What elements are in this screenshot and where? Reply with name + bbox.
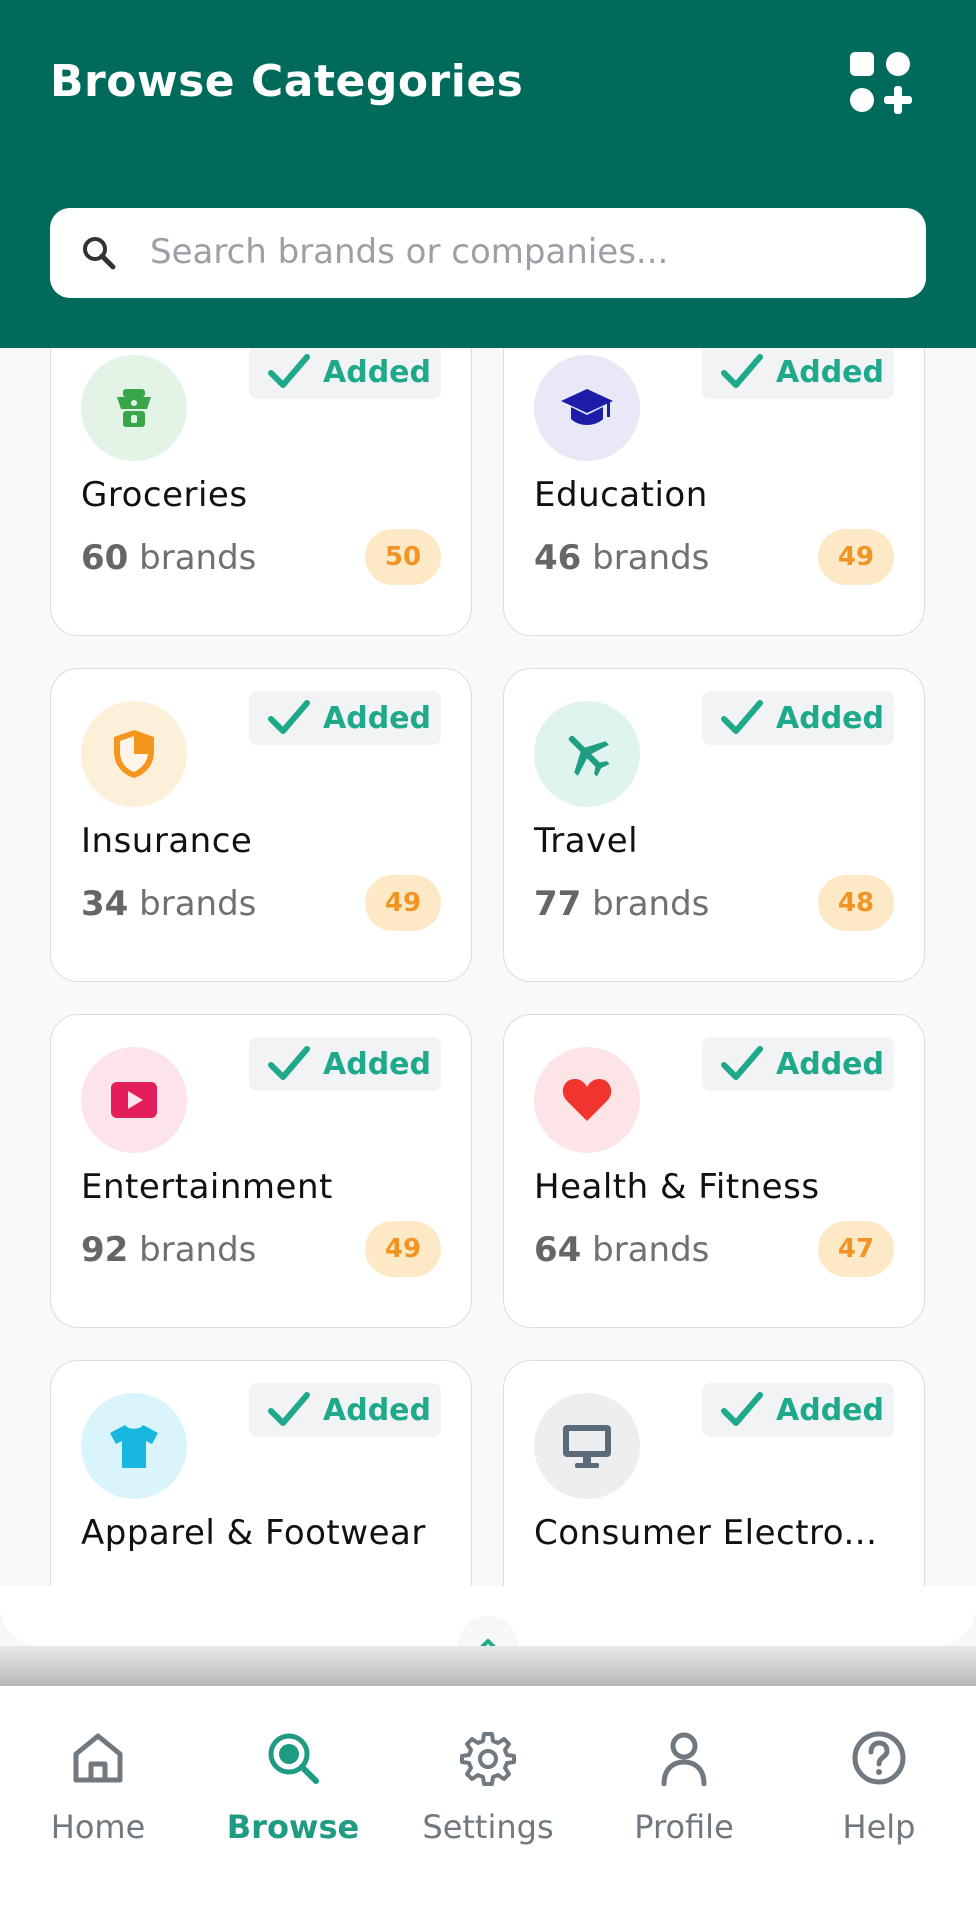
brand-count: 60 brands bbox=[81, 538, 257, 578]
score-badge: 49 bbox=[365, 875, 441, 931]
gear-icon bbox=[460, 1732, 516, 1786]
basket-icon bbox=[117, 389, 151, 427]
added-label: Added bbox=[776, 1393, 884, 1428]
added-badge[interactable]: Added bbox=[249, 348, 441, 399]
category-name: Groceries bbox=[81, 475, 248, 515]
shield-icon bbox=[114, 730, 154, 778]
category-name: Consumer Electro... bbox=[534, 1513, 878, 1553]
added-badge[interactable]: Added bbox=[249, 1383, 441, 1437]
score-badge: 50 bbox=[365, 529, 441, 585]
category-card-insurance[interactable]: Added Insurance 34 brands 49 bbox=[50, 668, 472, 982]
search-input[interactable]: Search brands or companies... bbox=[150, 232, 668, 272]
brand-count: 77 brands bbox=[534, 884, 710, 924]
check-icon bbox=[268, 354, 310, 388]
category-icon-wrap bbox=[534, 701, 640, 807]
added-label: Added bbox=[323, 1393, 431, 1428]
app-header: Browse Categories Search brands or compa… bbox=[0, 0, 976, 348]
category-icon-wrap bbox=[534, 355, 640, 461]
nav-label: Browse bbox=[226, 1808, 360, 1846]
nav-label: Profile bbox=[634, 1808, 734, 1846]
category-name: Insurance bbox=[81, 821, 253, 861]
user-icon bbox=[661, 1732, 707, 1786]
add-widget-icon[interactable] bbox=[848, 50, 912, 114]
check-icon bbox=[268, 700, 310, 734]
category-icon-wrap bbox=[81, 355, 187, 461]
airplane-icon bbox=[568, 735, 610, 777]
category-name: Education bbox=[534, 475, 708, 515]
added-badge[interactable]: Added bbox=[249, 691, 441, 745]
category-name: Apparel & Footwear bbox=[81, 1513, 426, 1553]
browse-search-icon bbox=[268, 1733, 319, 1784]
search-bar[interactable]: Search brands or companies... bbox=[50, 208, 926, 298]
added-label: Added bbox=[776, 355, 884, 390]
added-label: Added bbox=[776, 1047, 884, 1082]
category-card-entertainment[interactable]: Added Entertainment 92 brands 49 bbox=[50, 1014, 472, 1328]
added-label: Added bbox=[323, 355, 431, 390]
play-icon bbox=[111, 1082, 157, 1118]
nav-label: Home bbox=[50, 1808, 146, 1846]
category-name: Health & Fitness bbox=[534, 1167, 820, 1207]
check-icon bbox=[268, 1392, 310, 1426]
nav-label: Settings bbox=[422, 1808, 554, 1846]
added-badge[interactable]: Added bbox=[702, 691, 894, 745]
heart-icon bbox=[562, 1079, 612, 1121]
score-badge: 49 bbox=[818, 529, 894, 585]
added-label: Added bbox=[323, 1047, 431, 1082]
nav-home[interactable]: Home bbox=[0, 1730, 196, 1890]
nav-profile[interactable]: Profile bbox=[586, 1730, 782, 1890]
score-badge: 48 bbox=[818, 875, 894, 931]
page-title: Browse Categories bbox=[50, 56, 524, 107]
search-icon bbox=[83, 237, 116, 270]
category-card-health-fitness[interactable]: Added Health & Fitness 64 brands 47 bbox=[503, 1014, 925, 1328]
nav-help[interactable]: Help bbox=[781, 1730, 976, 1890]
bottom-nav: Home Browse Settings Profile Help bbox=[0, 1686, 976, 1920]
category-grid: Added Groceries 60 brands 50 Added Educa… bbox=[0, 348, 976, 1588]
category-icon-wrap bbox=[534, 1047, 640, 1153]
category-card-groceries[interactable]: Added Groceries 60 brands 50 bbox=[50, 348, 472, 636]
category-icon-wrap bbox=[81, 1047, 187, 1153]
category-card-travel[interactable]: Added Travel 77 brands 48 bbox=[503, 668, 925, 982]
graduation-cap-icon bbox=[561, 389, 613, 425]
category-card-apparel-footwear[interactable]: Added Apparel & Footwear bbox=[50, 1360, 472, 1588]
check-icon bbox=[721, 354, 763, 388]
category-card-consumer-electronics[interactable]: Added Consumer Electro... bbox=[503, 1360, 925, 1588]
category-name: Travel bbox=[534, 821, 639, 861]
added-badge[interactable]: Added bbox=[702, 1037, 894, 1091]
added-label: Added bbox=[776, 701, 884, 736]
brand-count: 64 brands bbox=[534, 1230, 710, 1270]
home-icon bbox=[73, 1733, 123, 1783]
category-name: Entertainment bbox=[81, 1167, 333, 1207]
nav-browse[interactable]: Browse bbox=[195, 1730, 391, 1890]
check-icon bbox=[721, 1046, 763, 1080]
category-icon-wrap bbox=[81, 701, 187, 807]
category-icon-wrap bbox=[81, 1393, 187, 1499]
category-icon-wrap bbox=[534, 1393, 640, 1499]
tshirt-icon bbox=[110, 1425, 158, 1468]
check-icon bbox=[721, 700, 763, 734]
check-icon bbox=[721, 1392, 763, 1426]
added-badge[interactable]: Added bbox=[249, 1037, 441, 1091]
nav-shadow bbox=[0, 1646, 976, 1686]
check-icon bbox=[268, 1046, 310, 1080]
score-badge: 47 bbox=[818, 1221, 894, 1277]
nav-label: Help bbox=[842, 1808, 916, 1846]
score-badge: 49 bbox=[365, 1221, 441, 1277]
added-badge[interactable]: Added bbox=[702, 348, 894, 399]
nav-settings[interactable]: Settings bbox=[390, 1730, 586, 1890]
monitor-icon bbox=[563, 1425, 611, 1468]
brand-count: 92 brands bbox=[81, 1230, 257, 1270]
brand-count: 34 brands bbox=[81, 884, 257, 924]
brand-count: 46 brands bbox=[534, 538, 710, 578]
category-card-education[interactable]: Added Education 46 brands 49 bbox=[503, 348, 925, 636]
added-badge[interactable]: Added bbox=[702, 1383, 894, 1437]
help-icon bbox=[852, 1731, 906, 1785]
added-label: Added bbox=[323, 701, 431, 736]
